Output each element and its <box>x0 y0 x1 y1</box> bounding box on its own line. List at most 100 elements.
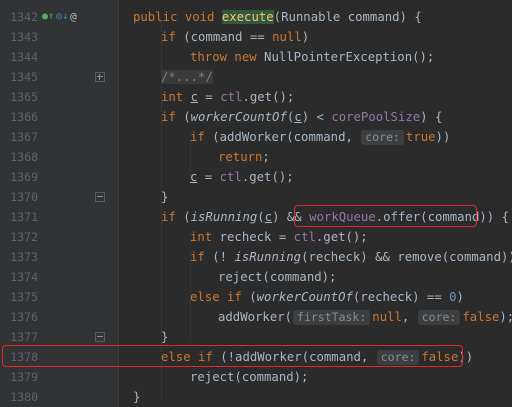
line-number: 1378 <box>10 350 38 364</box>
code-token: int <box>161 90 191 104</box>
code-token: corePoolSize <box>331 110 421 124</box>
code-line[interactable]: 1375 else if (workerCountOf(recheck) == 0… <box>0 287 512 307</box>
code-token: ( <box>183 110 191 124</box>
code-token: ( <box>257 210 265 224</box>
line-number: 1370 <box>10 190 38 204</box>
line-number: 1374 <box>10 270 38 284</box>
fold-collapse-icon[interactable] <box>95 332 105 342</box>
code-token: (recheck) == <box>352 290 450 304</box>
code-line[interactable]: 1343 if (command == null) <box>0 27 512 47</box>
fold-expand-icon[interactable] <box>95 72 105 82</box>
code-line[interactable]: 1371 if (isRunning(c) && workQueue.offer(… <box>0 207 512 227</box>
line-number: 1344 <box>10 50 38 64</box>
line-number: 1377 <box>10 330 38 344</box>
code-token: ctl <box>293 230 316 244</box>
code-line[interactable]: 1376 addWorker(firstTask: null, core: false… <box>0 307 512 327</box>
code-text: if (command == null) <box>161 27 309 47</box>
code-editor[interactable]: 1342 ●↑ ◎↓ @ public void execute(Runnable co… <box>0 0 512 407</box>
line-number: 1367 <box>10 130 38 144</box>
code-token: if <box>190 130 213 144</box>
parameter-hint: core: <box>361 130 404 145</box>
code-line[interactable]: 1345 /*...*/ <box>0 67 512 87</box>
parameter-hint: core: <box>417 310 461 325</box>
code-line[interactable]: 1369 c = ctl.get(); <box>0 167 512 187</box>
code-token: (Runnable command) { <box>273 10 422 24</box>
code-token: ( <box>183 210 191 224</box>
code-line[interactable]: 1377} <box>0 327 512 347</box>
code-token: } <box>133 390 141 404</box>
code-lines: 1342 ●↑ ◎↓ @ public void execute(Runnable co… <box>0 7 512 407</box>
code-token: } <box>161 330 169 344</box>
code-text: addWorker(firstTask:null, core:false); <box>218 307 512 327</box>
code-token: execute <box>221 10 274 24</box>
code-text: } <box>133 387 140 407</box>
code-token: ctl <box>220 90 243 104</box>
code-token: recheck = <box>219 230 294 244</box>
code-line[interactable]: 1367 if (addWorker(command, core: true)) <box>0 127 512 147</box>
code-text: int c = ctl.get(); <box>161 87 294 107</box>
code-token: isRunning <box>190 210 258 224</box>
code-line[interactable]: 1378 else if (!addWorker(command, core: fa… <box>0 347 512 367</box>
code-line[interactable]: 1379 reject(command); <box>0 367 512 387</box>
code-text: throw new NullPointerException(); <box>190 47 434 67</box>
code-token: = <box>197 170 220 184</box>
code-text: if (isRunning(c) && workQueue.offer(comm… <box>161 207 509 227</box>
code-line[interactable]: 1373 if (! isRunning(recheck) && remove(c… <box>0 247 512 267</box>
code-token: reject(command); <box>190 370 309 384</box>
code-token: } <box>161 190 169 204</box>
code-token: ) { <box>420 110 443 124</box>
overrides-method-icon[interactable]: ●↑ <box>42 7 54 27</box>
line-number: 1375 <box>10 290 38 304</box>
code-token: ctl <box>219 170 242 184</box>
code-token: .get(); <box>315 230 368 244</box>
code-token: ) < <box>301 110 332 124</box>
code-line[interactable]: 1370} <box>0 187 512 207</box>
code-line[interactable]: 1365 int c = ctl.get(); <box>0 87 512 107</box>
code-line[interactable]: 1380} <box>0 387 512 407</box>
code-token: /*...*/ <box>161 70 213 84</box>
code-token: .get(); <box>241 170 294 184</box>
code-token: ( <box>249 290 257 304</box>
code-token: workerCountOf <box>256 290 353 304</box>
code-token: throw new <box>190 50 265 64</box>
code-token: NullPointerException(); <box>264 50 435 64</box>
line-number: 1366 <box>10 110 38 124</box>
code-token: else if <box>190 290 250 304</box>
code-line[interactable]: 1342 ●↑ ◎↓ @ public void execute(Runnable co… <box>0 7 512 27</box>
annotation-at-icon: @ <box>70 10 77 23</box>
code-token: c <box>264 210 273 224</box>
code-line[interactable]: 1374 reject(command); <box>0 267 512 287</box>
line-number: 1365 <box>10 90 38 104</box>
code-token: false <box>462 310 500 324</box>
code-token: = <box>198 90 221 104</box>
code-line[interactable]: 1366 if (workerCountOf(c) < corePoolSize)… <box>0 107 512 127</box>
line-number: 1369 <box>10 170 38 184</box>
code-token: reject(command); <box>218 270 337 284</box>
code-text: if (! isRunning(recheck) && remove(comma… <box>190 247 512 267</box>
code-token: .offer(command)) { <box>375 210 510 224</box>
implements-method-icon[interactable]: ◎↓ <box>56 7 68 27</box>
code-token: int <box>190 230 220 244</box>
code-text: reject(command); <box>190 367 308 387</box>
code-token: null <box>272 30 302 44</box>
code-text: reject(command); <box>218 267 336 287</box>
code-line[interactable]: 1344 throw new NullPointerException(); <box>0 47 512 67</box>
code-token: workerCountOf <box>190 110 287 124</box>
code-token: if <box>161 110 184 124</box>
code-token: return <box>218 150 263 164</box>
code-text: int recheck = ctl.get(); <box>190 227 368 247</box>
code-token: addWorker( <box>218 310 293 324</box>
code-text: else if (workerCountOf(recheck) == 0) <box>190 287 464 307</box>
code-token: (recheck) && remove(command)) <box>301 250 512 264</box>
code-line[interactable]: 1368 return; <box>0 147 512 167</box>
code-token: ); <box>499 310 512 324</box>
code-token: ) && <box>272 210 310 224</box>
code-line[interactable]: 1372 int recheck = ctl.get(); <box>0 227 512 247</box>
code-token: false <box>421 350 459 364</box>
code-token: null <box>372 310 402 324</box>
fold-collapse-icon[interactable] <box>95 192 105 202</box>
code-text: c = ctl.get(); <box>190 167 294 187</box>
line-number: 1343 <box>10 30 38 44</box>
parameter-hint: firstTask: <box>293 310 371 325</box>
code-text: if (workerCountOf(c) < corePoolSize) { <box>161 107 442 127</box>
